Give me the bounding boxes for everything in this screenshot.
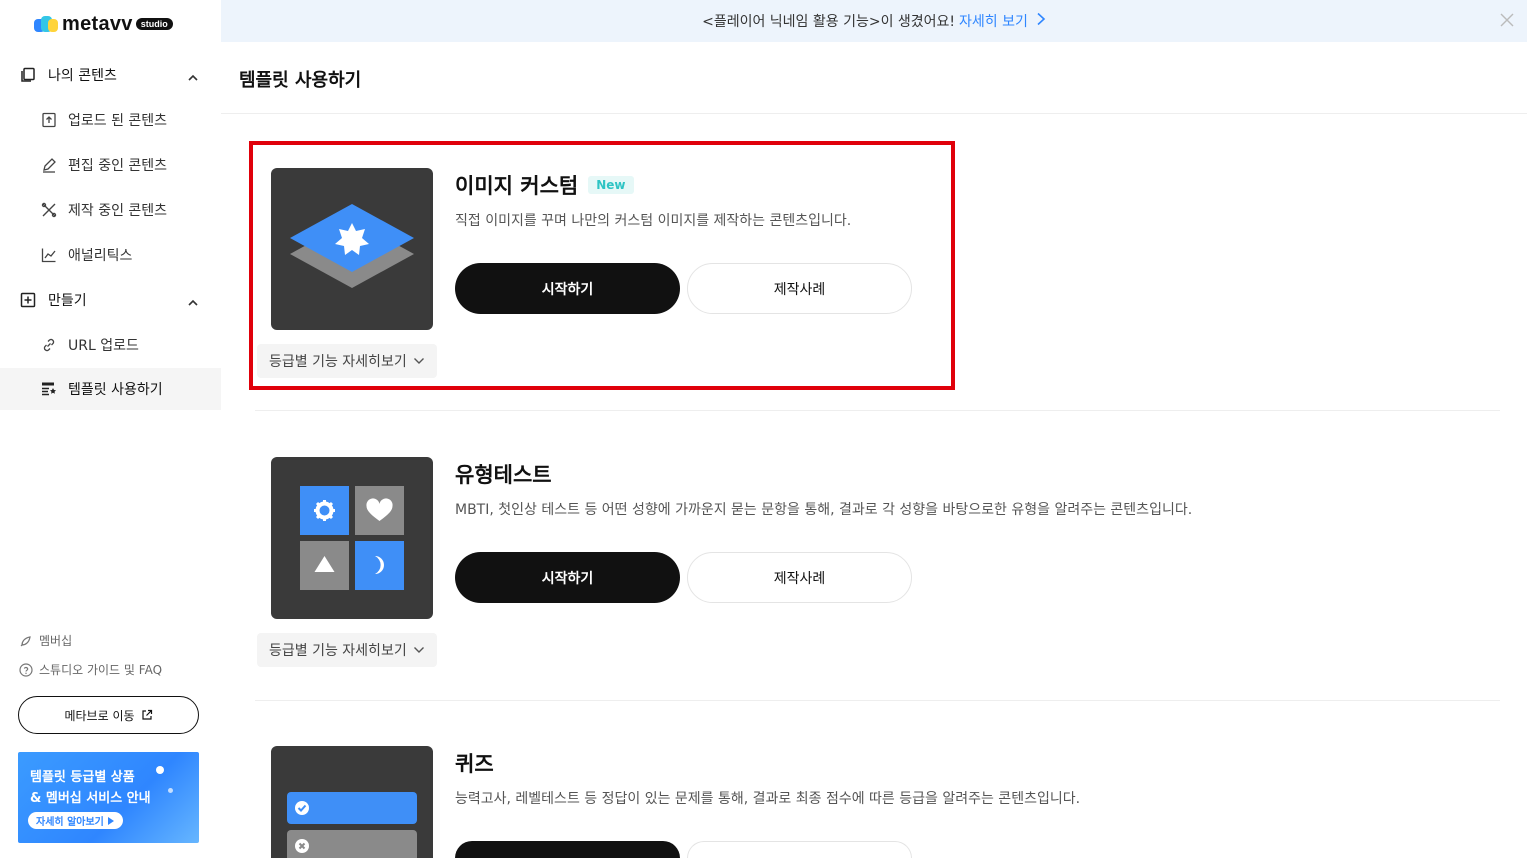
template-card-image-custom: 이미지 커스텀 New 직접 이미지를 꾸며 나만의 커스텀 이미지를 제작하는… [255,168,1500,388]
template-icon [41,381,57,397]
logo-text: metavv [62,12,133,35]
sidebar-item-label: 편집 중인 콘텐츠 [68,158,168,174]
chevron-down-icon [413,647,424,653]
close-icon[interactable] [1499,12,1515,32]
layers-star-icon [290,204,414,288]
quiz-options-icon [287,792,417,858]
tools-icon [41,202,57,218]
upload-icon [41,112,57,128]
link-icon [41,337,57,353]
template-title: 유형테스트 [455,459,552,489]
announcement-link[interactable]: 자세히 보기 [959,11,1028,31]
sidebar-item-analytics[interactable]: 애널리틱스 [0,234,221,276]
title-divider [221,113,1527,114]
go-to-metaverse-label: 메타브로 이동 [64,708,135,723]
template-description: MBTI, 첫인상 테스트 등 어떤 성향에 가까운지 묻는 문항을 통해, 결… [455,502,1193,518]
template-title: 퀴즈 [455,748,494,778]
sidebar-group-my-content[interactable]: 나의 콘텐츠 [0,55,221,95]
copy-icon [20,67,36,83]
logo[interactable]: metavv studio [34,12,173,36]
promo-title-line1: 템플릿 등급별 상품 [30,770,135,785]
sidebar-item-label: 애널리틱스 [68,248,133,264]
start-button[interactable]: 시작하기 [455,263,680,314]
promo-learn-more-label: 자세히 알아보기 [36,817,104,828]
template-card-type-test: 유형테스트 MBTI, 첫인상 테스트 등 어떤 성향에 가까운지 묻는 문항을… [255,457,1500,677]
play-arrow-icon [107,816,114,825]
chevron-right-icon[interactable] [1036,12,1046,30]
chart-icon [41,247,57,263]
type-test-thumbnail [271,457,433,619]
sidebar: metavv studio 나의 콘텐츠 업로드 된 콘텐츠 편집 중인 콘텐츠 [0,0,221,858]
chevron-down-icon [413,358,424,364]
card-divider [255,410,1500,411]
guide-faq-label: 스튜디오 가이드 및 FAQ [39,663,163,677]
template-title-text: 유형테스트 [455,463,552,487]
chevron-up-icon[interactable] [187,69,199,88]
quiz-thumbnail [271,746,433,858]
logo-badge: studio [135,18,173,30]
template-title-text: 퀴즈 [455,752,494,776]
image-custom-thumbnail [271,168,433,330]
promo-banner[interactable]: 템플릿 등급별 상품 & 멤버십 서비스 안내 자세히 알아보기 [18,752,199,843]
template-card-quiz: 퀴즈 능력고사, 레벨테스트 등 정답이 있는 문제를 통해, 결과로 최종 점… [255,746,1500,858]
membership-link[interactable]: 멤버십 [19,632,72,649]
page-title: 템플릿 사용하기 [239,70,362,91]
tier-features-label: 등급별 기능 자세히보기 [269,354,407,370]
sidebar-item-in-production[interactable]: 제작 중인 콘텐츠 [0,189,221,231]
promo-dot-decoration [168,788,173,793]
tier-features-label: 등급별 기능 자세히보기 [269,643,407,659]
sidebar-item-label: 업로드 된 콘텐츠 [68,113,168,129]
membership-label: 멤버십 [39,634,73,648]
sidebar-item-label: 제작 중인 콘텐츠 [68,203,168,219]
promo-dot-decoration [156,766,164,774]
logo-mark-icon [34,16,58,32]
new-badge: New [588,176,634,194]
go-to-metaverse-button[interactable]: 메타브로 이동 [18,696,199,734]
card-divider [255,700,1500,701]
guide-faq-link[interactable]: 스튜디오 가이드 및 FAQ [19,661,162,678]
plus-square-icon [20,292,36,308]
start-button[interactable] [455,841,680,858]
type-grid-icon [300,486,404,590]
template-description: 직접 이미지를 꾸며 나만의 커스텀 이미지를 제작하는 콘텐츠입니다. [455,213,852,229]
promo-learn-more-button[interactable]: 자세히 알아보기 [28,812,123,829]
promo-title-line2: & 멤버십 서비스 안내 [30,791,151,806]
announcement-banner: <플레이어 닉네임 활용 기능>이 생겼어요! 자세히 보기 [221,0,1527,42]
app-root: metavv studio 나의 콘텐츠 업로드 된 콘텐츠 편집 중인 콘텐츠 [0,0,1527,858]
tier-features-toggle[interactable]: 등급별 기능 자세히보기 [257,633,437,667]
template-title-text: 이미지 커스텀 [455,174,579,198]
template-description: 능력고사, 레벨테스트 등 정답이 있는 문제를 통해, 결과로 최종 점수에 … [455,791,1081,807]
start-button[interactable]: 시작하기 [455,552,680,603]
sidebar-item-editing[interactable]: 편집 중인 콘텐츠 [0,144,221,186]
sidebar-group-label: 나의 콘텐츠 [48,68,117,84]
examples-button[interactable]: 제작사례 [687,552,912,603]
sidebar-item-url-upload[interactable]: URL 업로드 [0,324,221,366]
external-link-icon [141,709,152,720]
sidebar-item-uploaded[interactable]: 업로드 된 콘텐츠 [0,99,221,141]
chevron-up-icon[interactable] [187,294,199,313]
help-circle-icon [19,662,33,677]
announcement-text: <플레이어 닉네임 활용 기능>이 생겼어요! [702,14,956,30]
examples-button[interactable]: 제작사례 [687,263,912,314]
sidebar-group-label: 만들기 [48,293,87,309]
tier-features-toggle[interactable]: 등급별 기능 자세히보기 [257,344,437,378]
sidebar-item-label: URL 업로드 [68,338,139,354]
rocket-icon [19,634,33,648]
sidebar-group-create[interactable]: 만들기 [0,280,221,320]
sidebar-item-use-template[interactable]: 템플릿 사용하기 [0,368,221,410]
examples-button[interactable] [687,841,912,858]
sidebar-item-label: 템플릿 사용하기 [68,382,163,398]
template-title: 이미지 커스텀 New [455,170,634,200]
pencil-icon [41,157,57,173]
